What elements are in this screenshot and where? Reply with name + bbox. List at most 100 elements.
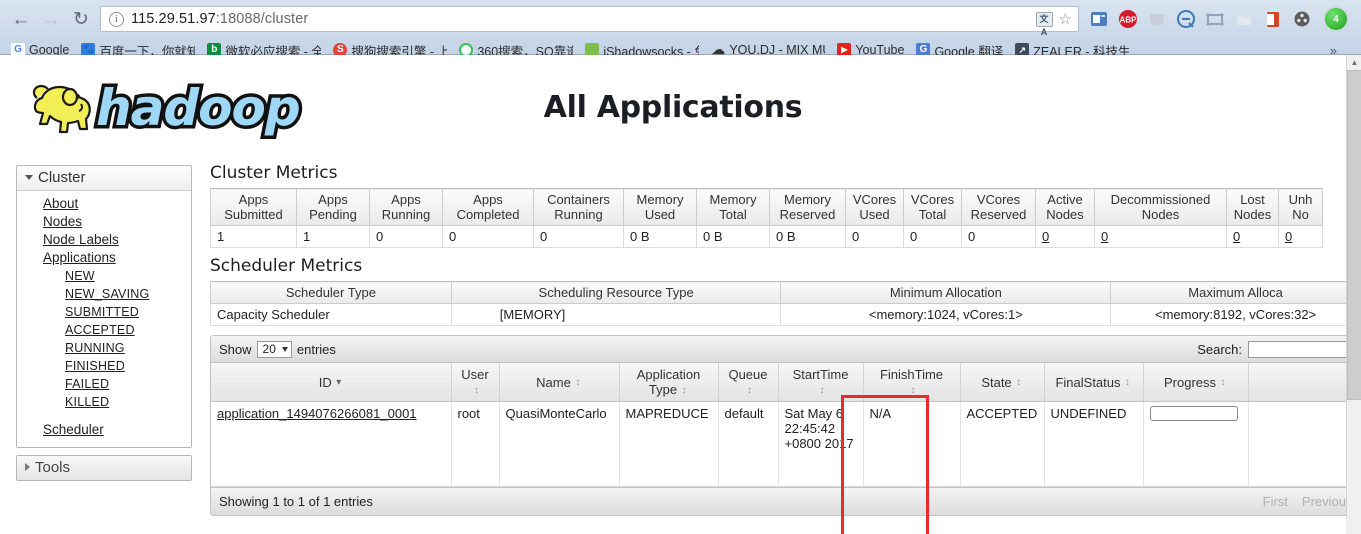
col-user[interactable]: User ↕ — [451, 363, 500, 402]
col-scheduling-resource-type[interactable]: Scheduling Resource Type — [450, 281, 782, 304]
sidebar-item-running[interactable]: RUNNING — [17, 339, 191, 357]
scrollbar-thumb[interactable] — [1347, 70, 1361, 400]
col-unhealthy-nodes[interactable]: Unh No — [1278, 188, 1323, 226]
office-icon[interactable] — [1263, 9, 1283, 29]
cell-queue: default — [718, 401, 779, 487]
col-memory-used[interactable]: Memory Used — [623, 188, 697, 226]
val-active-nodes[interactable]: 0 — [1035, 225, 1095, 248]
col-memory-reserved[interactable]: Memory Reserved — [769, 188, 846, 226]
col-apps-pending[interactable]: Apps Pending — [296, 188, 370, 226]
val-unhealthy-nodes[interactable]: 0 — [1278, 225, 1323, 248]
col-id[interactable]: ID ▾ — [211, 363, 452, 402]
col-active-nodes[interactable]: Active Nodes — [1035, 188, 1095, 226]
sidebar-item-new[interactable]: NEW — [17, 267, 191, 285]
pagination-previous[interactable]: Previou — [1302, 494, 1346, 509]
url-text: 115.29.51.97:18088/cluster — [131, 11, 308, 27]
col-state[interactable]: State ↕ — [960, 363, 1045, 402]
col-scheduler-type[interactable]: Scheduler Type — [210, 281, 452, 304]
col-label: StartTime — [792, 367, 849, 382]
col-containers-running[interactable]: Containers Running — [533, 188, 624, 226]
user-avatar-badge[interactable]: 4 — [1323, 6, 1349, 32]
col-queue[interactable]: Queue ↕ — [718, 363, 779, 402]
search-area: Search: — [1197, 340, 1346, 358]
address-bar-actions: 文A ☆ — [1035, 11, 1074, 37]
chevron-down-icon — [281, 346, 288, 352]
col-vcores-used[interactable]: VCores Used — [845, 188, 904, 226]
chevron-down-icon — [25, 175, 33, 180]
sidebar-tools-block[interactable]: Tools — [16, 455, 192, 481]
col-line2: Nodes — [1233, 207, 1272, 222]
sidebar-item-submitted[interactable]: SUBMITTED — [17, 303, 191, 321]
progress-bar — [1149, 406, 1238, 421]
val-memory-used: 0 B — [623, 225, 697, 248]
col-apps-submitted[interactable]: Apps Submitted — [210, 188, 297, 226]
translate-icon[interactable]: 文A — [1035, 11, 1053, 37]
col-line1: Active — [1047, 192, 1083, 207]
col-apps-running[interactable]: Apps Running — [369, 188, 443, 226]
sidebar-item-finished[interactable]: FINISHED — [17, 357, 191, 375]
sidebar-item-accepted[interactable]: ACCEPTED — [17, 321, 191, 339]
bookmark-star-icon[interactable]: ☆ — [1059, 12, 1072, 27]
cell-application-id[interactable]: application_1494076266081_0001 — [211, 401, 452, 487]
col-progress[interactable]: Progress ↕ — [1143, 363, 1249, 402]
sidebar-item-killed[interactable]: KILLED — [17, 393, 191, 411]
col-finalstatus[interactable]: FinalStatus ↕ — [1044, 363, 1144, 402]
search-bubble-icon[interactable] — [1176, 9, 1196, 29]
sidebar-tools-label: Tools — [35, 459, 71, 476]
scheduler-metrics-title: Scheduler Metrics — [210, 256, 363, 276]
val-lost-nodes[interactable]: 0 — [1226, 225, 1279, 248]
browser-nav-bar: ← → ↻ i 115.29.51.97:18088/cluster 文A ☆ … — [0, 0, 1361, 38]
col-lost-nodes[interactable]: Lost Nodes — [1226, 188, 1279, 226]
sidebar-item-applications[interactable]: Applications — [17, 249, 191, 267]
folder-icon[interactable] — [1234, 9, 1254, 29]
col-application-type[interactable]: Application Type ↕ — [619, 363, 719, 402]
back-arrow-icon[interactable]: ← — [6, 4, 36, 34]
cluster-metrics-table: Apps Submitted Apps Pending Apps Running Ap… — [210, 188, 1323, 248]
col-line2: Used — [644, 207, 676, 222]
browser-chrome: ← → ↻ i 115.29.51.97:18088/cluster 文A ☆ … — [0, 0, 1361, 59]
page-reader-icon[interactable] — [1089, 9, 1109, 29]
sidebar-item-about[interactable]: About — [17, 195, 191, 213]
vertical-scrollbar[interactable]: ▲ — [1346, 55, 1361, 534]
cell-name: QuasiMonteCarlo — [499, 401, 620, 487]
col-vcores-reserved[interactable]: VCores Reserved — [961, 188, 1036, 226]
col-label: Application Type — [636, 367, 701, 397]
sidebar-cluster-header[interactable]: Cluster — [17, 166, 191, 191]
pocket-icon[interactable] — [1147, 9, 1167, 29]
col-finishtime[interactable]: FinishTime ↕ — [863, 363, 961, 402]
val-apps-completed: 0 — [442, 225, 534, 248]
col-vcores-total[interactable]: VCores Total — [903, 188, 962, 226]
site-info-icon[interactable]: i — [109, 11, 124, 27]
pagination-first[interactable]: First — [1263, 494, 1288, 509]
scroll-up-icon[interactable]: ▲ — [1347, 55, 1361, 70]
val-apps-running: 0 — [369, 225, 443, 248]
col-line2: Nodes — [1141, 207, 1180, 222]
col-tracking-ui[interactable] — [1248, 363, 1346, 402]
sidebar-item-failed[interactable]: FAILED — [17, 375, 191, 393]
col-line2: Nodes — [1046, 207, 1084, 222]
val-decommissioned-nodes[interactable]: 0 — [1094, 225, 1227, 248]
col-maximum-allocation[interactable]: Maximum Alloca — [1110, 281, 1346, 304]
window-resizer-icon[interactable] — [1205, 9, 1225, 29]
col-decommissioned-nodes[interactable]: Decommissioned Nodes — [1094, 188, 1227, 226]
address-bar[interactable]: i 115.29.51.97:18088/cluster 文A ☆ — [100, 6, 1079, 37]
val-vcores-reserved: 0 — [961, 225, 1036, 248]
applications-table-toolbar: Show 20 entries Search: — [211, 336, 1346, 363]
reload-icon[interactable]: ↻ — [66, 4, 96, 34]
col-line1: Containers — [547, 192, 610, 207]
sidebar-item-scheduler[interactable]: Scheduler — [17, 421, 191, 439]
sidebar-item-node-labels[interactable]: Node Labels — [17, 231, 191, 249]
col-starttime[interactable]: StartTime ↕ — [778, 363, 864, 402]
entries-per-page-select[interactable]: 20 — [256, 340, 292, 358]
sidebar-cluster-label: Cluster — [38, 169, 86, 186]
col-apps-completed[interactable]: Apps Completed — [442, 188, 534, 226]
search-input[interactable] — [1248, 340, 1346, 358]
col-memory-total[interactable]: Memory Total — [696, 188, 770, 226]
col-minimum-allocation[interactable]: Minimum Allocation — [780, 281, 1112, 304]
sidebar-item-nodes[interactable]: Nodes — [17, 213, 191, 231]
sidebar-item-new-saving[interactable]: NEW_SAVING — [17, 285, 191, 303]
col-name[interactable]: Name ↕ — [499, 363, 620, 402]
film-reel-icon[interactable] — [1292, 9, 1312, 29]
col-label: Progress — [1163, 374, 1217, 390]
adblock-plus-icon[interactable]: ABP — [1118, 9, 1138, 29]
